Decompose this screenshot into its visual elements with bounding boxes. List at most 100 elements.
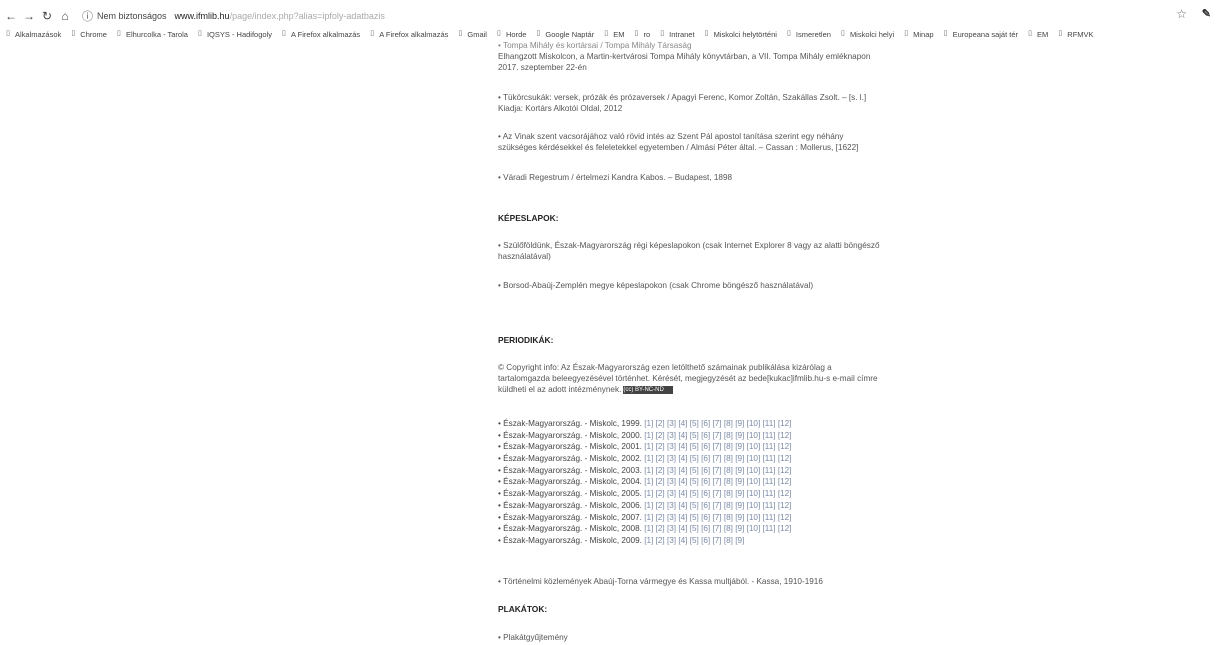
bookmark-label: Intranet bbox=[669, 29, 695, 39]
item-historical[interactable]: • Történelmi közlemények Abaúj-Torna vár… bbox=[498, 576, 938, 587]
security-label[interactable]: Nem biztonságos bbox=[97, 11, 167, 21]
periodical-issue-links[interactable]: [1] [2] [3] [4] [5] [6] [7] [8] [9] [10]… bbox=[644, 489, 791, 498]
periodical-issue-links[interactable]: [1] [2] [3] [4] [5] [6] [7] [8] [9] [10]… bbox=[644, 524, 791, 533]
info-icon[interactable]: ⓘ bbox=[82, 8, 93, 24]
copyright-line3: küldheti el az adott intézménynek. bbox=[498, 385, 622, 394]
periodical-issue-links[interactable]: [1] [2] [3] [4] [5] [6] [7] [8] [9] [10]… bbox=[644, 466, 791, 475]
bookmark-item[interactable]: ▯ Horde bbox=[495, 30, 526, 39]
periodical-issue-links[interactable]: [1] [2] [3] [4] [5] [6] [7] [8] [9] [10]… bbox=[644, 442, 791, 451]
page-icon: ▯ bbox=[604, 30, 609, 37]
bookmark-label: Europeana saját tér bbox=[952, 29, 1019, 39]
bookmark-item[interactable]: ▯ A Firefox alkalmazás bbox=[280, 30, 360, 39]
item-varadi-text: • Váradi Regestrum / értelmezi Kandra Ka… bbox=[498, 173, 733, 182]
bookmark-item[interactable]: ▯ RFMVK bbox=[1056, 30, 1093, 39]
periodical-issue-links[interactable]: [1] [2] [3] [4] [5] [6] [7] [8] [9] [10]… bbox=[644, 501, 791, 510]
item-tompa-line2: 2017. szeptember 22-én bbox=[498, 63, 587, 72]
cc-license-badge[interactable]: (cc) BY-NC-ND bbox=[623, 385, 674, 394]
page-icon: ▯ bbox=[704, 30, 709, 37]
bookmark-item[interactable]: ▯ EM bbox=[602, 30, 624, 39]
bookmark-item[interactable]: ▯ IQSYS - Hadifogoly bbox=[196, 30, 272, 39]
forward-icon[interactable]: → bbox=[22, 9, 36, 23]
bookmark-item[interactable]: ▯ Alkalmazások bbox=[4, 30, 61, 39]
extension-icon[interactable]: ✎ bbox=[1202, 7, 1211, 20]
bookmark-label: Elhurcolka - Tarola bbox=[125, 29, 188, 39]
bookmark-item[interactable]: ▯ Miskolci helytörténi bbox=[703, 30, 777, 39]
partial-top-item: • Tompa Mihály és kortársai / Tompa Mihá… bbox=[498, 40, 938, 51]
posters-text: • Plakátgyűjtemény bbox=[498, 633, 568, 642]
copyright-line1: © Copyright info: Az Észak-Magyarország … bbox=[498, 363, 832, 372]
url-path: /page/index.php?alias=ipfoly-adatbazis bbox=[229, 11, 385, 21]
periodical-row: • Észak-Magyarország. - Miskolc, 1999. [… bbox=[498, 418, 938, 430]
item-posters[interactable]: • Plakátgyűjtemény bbox=[498, 632, 938, 643]
bookmark-star-icon[interactable]: ☆ bbox=[1176, 7, 1187, 21]
item-vacsora-line1: • Az Vinak szent vacsorájához való rövid… bbox=[498, 132, 844, 141]
periodical-row: • Észak-Magyarország. - Miskolc, 2000. [… bbox=[498, 430, 938, 442]
item-varadi[interactable]: • Váradi Regestrum / értelmezi Kandra Ka… bbox=[498, 172, 938, 183]
periodical-row: • Észak-Magyarország. - Miskolc, 2007. [… bbox=[498, 512, 938, 524]
page-icon: ▯ bbox=[117, 30, 121, 37]
periodical-issue-links[interactable]: [1] [2] [3] [4] [5] [6] [7] [8] [9] [10]… bbox=[644, 419, 791, 428]
page-icon: ▯ bbox=[282, 30, 286, 37]
periodicals-list: • Észak-Magyarország. - Miskolc, 1999. [… bbox=[498, 418, 938, 547]
page-icon: ▯ bbox=[1028, 30, 1032, 37]
postcards-2-text: • Borsod-Abaúj-Zemplén megye képeslapoko… bbox=[498, 281, 814, 290]
reload-icon[interactable]: ↻ bbox=[40, 9, 54, 23]
bookmark-label: ro bbox=[643, 29, 651, 39]
periodical-label: • Észak-Magyarország. - Miskolc, 2008. bbox=[498, 524, 642, 534]
bookmark-item[interactable]: ▯ Europeana saját tér bbox=[942, 30, 1018, 39]
bookmark-item[interactable]: ▯ Intranet bbox=[658, 30, 694, 39]
bookmark-item[interactable]: ▯ ro bbox=[632, 29, 651, 39]
bookmark-item[interactable]: ▯ Elhurcolka - Tarola bbox=[115, 30, 188, 39]
url-host: www.ifmlib.hu bbox=[174, 11, 230, 21]
periodical-label: • Észak-Magyarország. - Miskolc, 2003. bbox=[498, 465, 642, 475]
item-postcards-2[interactable]: • Borsod-Abaúj-Zemplén megye képeslapoko… bbox=[498, 280, 938, 291]
bookmark-label: Horde bbox=[505, 29, 527, 39]
page-icon: ▯ bbox=[904, 30, 909, 37]
periodical-label: • Észak-Magyarország. - Miskolc, 2005. bbox=[498, 489, 642, 499]
bookmark-item[interactable]: ▯ Ismeretlen bbox=[785, 30, 831, 39]
bookmark-item[interactable]: ▯ Minap bbox=[902, 30, 933, 39]
periodical-issue-links[interactable]: [1] [2] [3] [4] [5] [6] [7] [8] [9] [10]… bbox=[644, 431, 791, 440]
periodical-issue-links[interactable]: [1] [2] [3] [4] [5] [6] [7] [8] [9] [10]… bbox=[644, 513, 791, 522]
back-icon[interactable]: ← bbox=[4, 9, 18, 23]
postcards-1-line2: használatával) bbox=[498, 252, 551, 261]
periodical-row: • Észak-Magyarország. - Miskolc, 2004. [… bbox=[498, 476, 938, 488]
item-postcards-1[interactable]: • Szülőföldünk, Észak-Magyarország régi … bbox=[498, 240, 938, 262]
page-icon: ▯ bbox=[71, 30, 76, 37]
bookmark-item[interactable]: ▯ Google Naptár bbox=[534, 30, 594, 39]
item-vacsora[interactable]: • Az Vinak szent vacsorájához való rövid… bbox=[498, 131, 938, 153]
bookmark-label: Miskolci helytörténi bbox=[713, 29, 777, 39]
periodical-issue-links[interactable]: [1] [2] [3] [4] [5] [6] [7] [8] [9] [10]… bbox=[644, 454, 791, 463]
home-icon[interactable]: ⌂ bbox=[58, 9, 72, 23]
periodical-label: • Észak-Magyarország. - Miskolc, 2004. bbox=[498, 477, 642, 487]
item-tukorcsukak-line2: Kiadja: Kortárs Alkotói Oldal, 2012 bbox=[498, 104, 623, 113]
page-icon: ▯ bbox=[943, 30, 948, 37]
page-icon: ▯ bbox=[497, 30, 501, 37]
page-icon: ▯ bbox=[198, 30, 202, 37]
historical-text: • Történelmi közlemények Abaúj-Torna vár… bbox=[498, 577, 823, 586]
heading-periodicals: PERIODIKÁK: bbox=[498, 335, 554, 345]
periodical-label: • Észak-Magyarország. - Miskolc, 2007. bbox=[498, 512, 642, 522]
periodical-label: • Észak-Magyarország. - Miskolc, 2002. bbox=[498, 454, 642, 464]
copyright-info: © Copyright info: Az Észak-Magyarország … bbox=[498, 362, 938, 395]
address-bar[interactable]: www.ifmlib.hu/page/index.php?alias=ipfol… bbox=[175, 11, 385, 21]
periodical-issue-links[interactable]: [1] [2] [3] [4] [5] [6] [7] [8] [9] bbox=[644, 536, 744, 545]
periodical-issue-links[interactable]: [1] [2] [3] [4] [5] [6] [7] [8] [9] [10]… bbox=[644, 477, 791, 486]
bookmark-label: RFMVK bbox=[1067, 29, 1094, 39]
browser-chrome: ← → ↻ ⌂ ⓘ Nem biztonságos www.ifmlib.hu/… bbox=[0, 0, 1223, 42]
bookmark-item[interactable]: ▯ Chrome bbox=[69, 30, 107, 39]
periodical-label: • Észak-Magyarország. - Miskolc, 2000. bbox=[498, 430, 642, 440]
item-tukorcsukak[interactable]: • Tükörcsukák: versek, prózák és prózave… bbox=[498, 92, 938, 114]
heading-posters: PLAKÁTOK: bbox=[498, 604, 548, 614]
bookmark-label: Miskolci helyi bbox=[849, 29, 895, 39]
bookmark-label: A Firefox alkalmazás bbox=[290, 29, 361, 39]
periodical-row: • Észak-Magyarország. - Miskolc, 2001. [… bbox=[498, 441, 938, 453]
copyright-line3-row: küldheti el az adott intézménynek. (cc) B… bbox=[498, 384, 938, 395]
bookmark-item[interactable]: ▯ EM bbox=[1026, 30, 1048, 39]
bookmark-item[interactable]: ▯ Gmail bbox=[456, 30, 487, 39]
bookmark-item[interactable]: ▯ Miskolci helyi bbox=[839, 30, 894, 39]
item-tompa: Elhangzott Miskolcon, a Martin-kertváros… bbox=[498, 51, 938, 73]
page-icon: ▯ bbox=[370, 30, 375, 37]
bookmark-item[interactable]: ▯ A Firefox alkalmazás bbox=[368, 30, 448, 39]
copyright-line2: tartalomgazda beleegyezésével történhet.… bbox=[498, 374, 878, 383]
